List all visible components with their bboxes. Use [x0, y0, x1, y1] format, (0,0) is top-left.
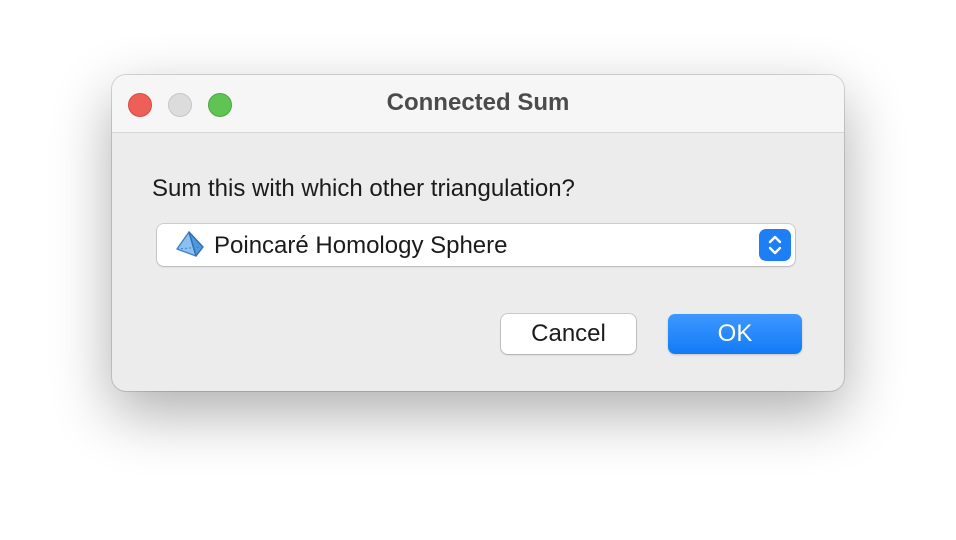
triangulation-popup[interactable]: Poincaré Homology Sphere [157, 224, 795, 266]
window-title: Connected Sum [386, 89, 570, 116]
popup-stepper[interactable] [759, 229, 791, 261]
tetrahedron-icon [176, 231, 204, 257]
connected-sum-dialog: Connected Sum Sum this with which other … [112, 75, 844, 391]
dialog-prompt: Sum this with which other triangulation? [152, 175, 575, 202]
chevron-up-down-icon [768, 235, 782, 255]
cancel-button[interactable]: Cancel [501, 314, 636, 354]
selected-triangulation: Poincaré Homology Sphere [214, 232, 508, 259]
ok-button[interactable]: OK [668, 314, 802, 354]
title-bar[interactable]: Connected Sum [112, 75, 844, 133]
